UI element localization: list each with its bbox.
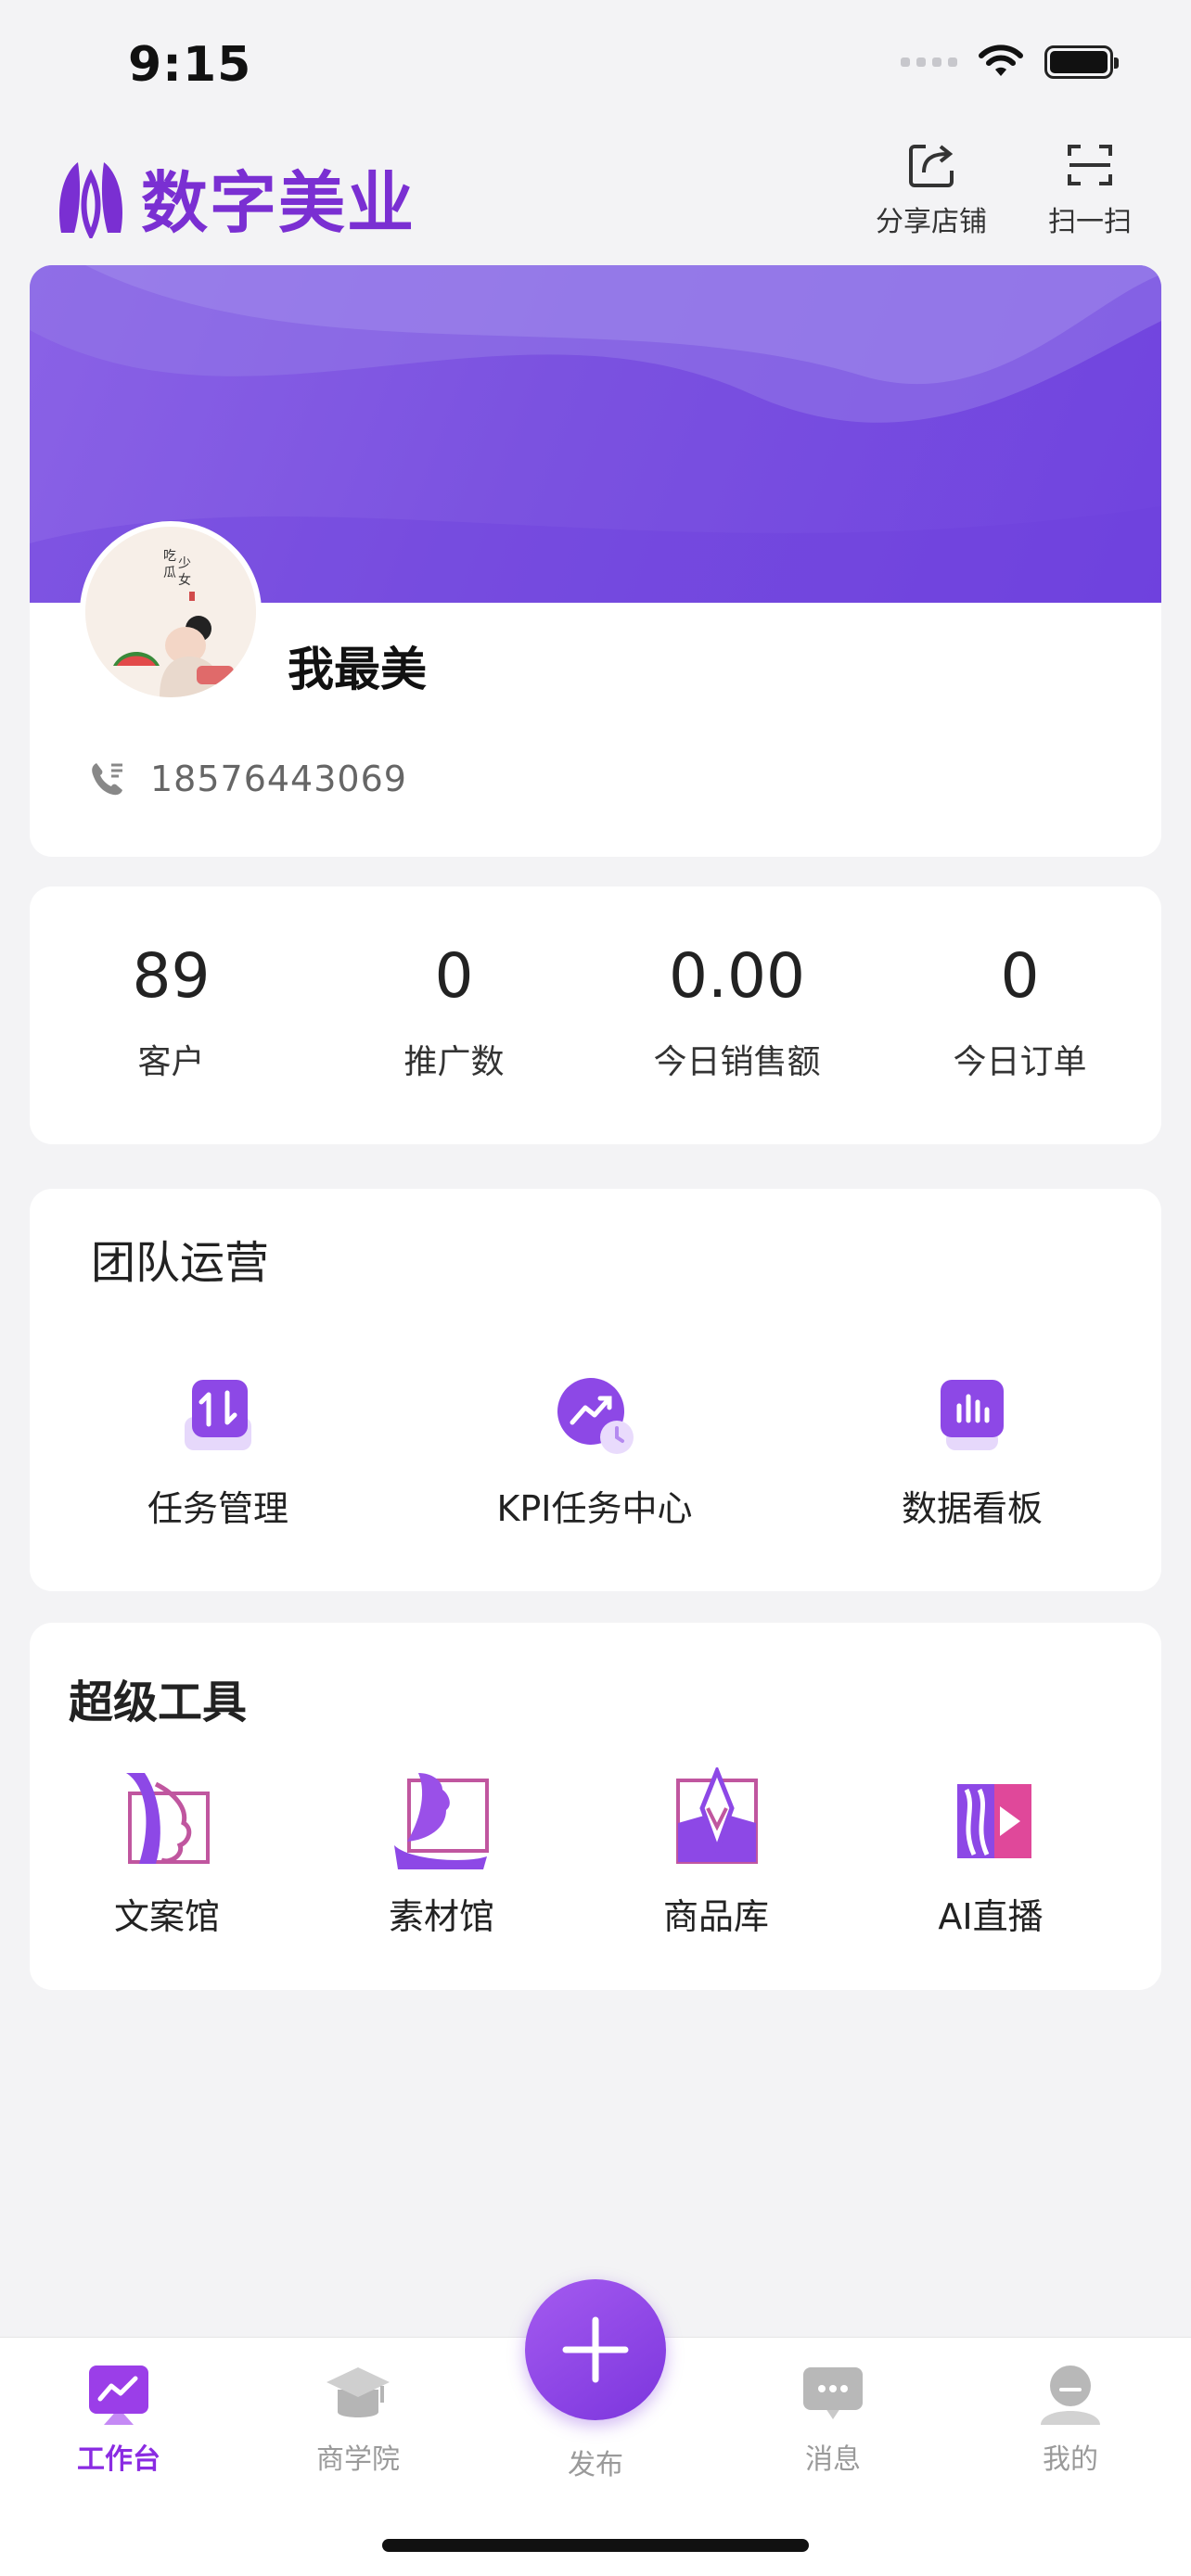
publish-button[interactable] bbox=[525, 2279, 666, 2420]
svg-text:瓜: 瓜 bbox=[163, 566, 176, 580]
share-icon bbox=[909, 145, 954, 187]
logo-text: 数字美业 bbox=[141, 164, 416, 242]
tab-business-school[interactable]: 商学院 bbox=[265, 2362, 451, 2477]
share-store-label: 分享店铺 bbox=[876, 206, 987, 238]
tab-workbench[interactable]: 工作台 bbox=[26, 2362, 211, 2477]
stat-today-orders[interactable]: 0 今日订单 bbox=[878, 886, 1161, 1144]
copywriting-icon bbox=[126, 1773, 210, 1864]
svg-text:吃: 吃 bbox=[163, 549, 176, 564]
svg-text:女: 女 bbox=[178, 572, 191, 588]
material-item[interactable]: 素材馆 bbox=[304, 1767, 579, 1939]
data-board-icon bbox=[941, 1380, 1004, 1450]
status-icons bbox=[901, 45, 1119, 80]
product-item[interactable]: 商品库 bbox=[579, 1767, 853, 1939]
stat-value: 0.00 bbox=[669, 940, 805, 1012]
phone-icon bbox=[92, 763, 122, 796]
share-store-button[interactable]: 分享店铺 bbox=[876, 139, 987, 239]
stat-label: 今日销售额 bbox=[653, 1043, 821, 1081]
tools-section-title: 超级工具 bbox=[69, 1677, 248, 1728]
ai-live-icon bbox=[957, 1784, 1031, 1858]
profile-card: 吃 瓜 少 女 我最美 18576443069 bbox=[30, 265, 1161, 857]
home-indicator bbox=[382, 2539, 809, 2552]
task-management-item[interactable]: 任务管理 bbox=[30, 1371, 406, 1531]
logo-mark-icon bbox=[59, 161, 122, 238]
stat-label: 今日订单 bbox=[953, 1043, 1087, 1081]
tool-item-label: AI直播 bbox=[938, 1896, 1044, 1937]
workbench-icon bbox=[89, 2366, 148, 2425]
user-icon bbox=[1041, 2366, 1100, 2425]
material-icon bbox=[394, 1773, 489, 1869]
stat-customers[interactable]: 89 客户 bbox=[30, 886, 313, 1144]
tool-item-label: 文案馆 bbox=[113, 1896, 220, 1937]
tab-label: 工作台 bbox=[77, 2443, 160, 2476]
graduation-cap-icon bbox=[327, 2367, 390, 2417]
tab-publish-label-wrap[interactable]: 发布 bbox=[503, 2442, 688, 2482]
stat-value: 89 bbox=[132, 940, 211, 1012]
scan-button[interactable]: 扫一扫 bbox=[1048, 139, 1132, 239]
stat-value: 0 bbox=[1000, 940, 1040, 1012]
kpi-center-item[interactable]: KPI任务中心 bbox=[406, 1371, 783, 1531]
svg-text:少: 少 bbox=[178, 556, 191, 571]
team-operations-card: 团队运营 任务管理 KPI任务中心 数据看板 bbox=[30, 1189, 1161, 1591]
app-logo: 数字美业 bbox=[54, 148, 416, 246]
stat-today-sales[interactable]: 0.00 今日销售额 bbox=[596, 886, 878, 1144]
stat-promotions[interactable]: 0 推广数 bbox=[313, 886, 596, 1144]
team-item-label: KPI任务中心 bbox=[496, 1488, 693, 1529]
stat-label: 推广数 bbox=[403, 1043, 505, 1081]
team-section-title: 团队运营 bbox=[91, 1237, 270, 1289]
tab-messages[interactable]: 消息 bbox=[740, 2362, 926, 2477]
profile-name: 我最美 bbox=[288, 643, 427, 696]
team-item-label: 数据看板 bbox=[901, 1488, 1043, 1529]
signal-icon bbox=[901, 57, 957, 67]
scan-icon bbox=[1068, 145, 1112, 185]
data-board-item[interactable]: 数据看板 bbox=[783, 1371, 1161, 1531]
phone-row: 18576443069 bbox=[87, 759, 407, 799]
phone-number[interactable]: 18576443069 bbox=[150, 759, 407, 799]
tab-profile[interactable]: 我的 bbox=[978, 2362, 1163, 2477]
tab-label: 消息 bbox=[805, 2443, 861, 2476]
battery-icon bbox=[1044, 45, 1119, 79]
tab-label: 发布 bbox=[568, 2449, 623, 2481]
wifi-icon bbox=[979, 45, 1023, 76]
stat-label: 客户 bbox=[137, 1043, 205, 1081]
plus-icon bbox=[562, 2316, 629, 2383]
stat-value: 0 bbox=[434, 940, 474, 1012]
avatar-illustration: 吃 瓜 少 女 bbox=[85, 527, 256, 697]
tab-label: 商学院 bbox=[316, 2443, 400, 2476]
status-time: 9:15 bbox=[128, 37, 252, 93]
tool-item-label: 素材馆 bbox=[388, 1896, 494, 1937]
message-icon bbox=[803, 2367, 863, 2419]
product-icon bbox=[676, 1767, 758, 1864]
avatar[interactable]: 吃 瓜 少 女 bbox=[80, 521, 262, 703]
super-tools-card: 超级工具 文案馆 素材馆 商品库 AI直播 bbox=[30, 1623, 1161, 1990]
scan-label: 扫一扫 bbox=[1048, 206, 1132, 238]
task-swap-icon bbox=[185, 1380, 251, 1450]
team-item-label: 任务管理 bbox=[147, 1488, 288, 1529]
tab-label: 我的 bbox=[1043, 2443, 1098, 2476]
tool-item-label: 商品库 bbox=[662, 1896, 769, 1937]
stats-card: 89 客户 0 推广数 0.00 今日销售额 0 今日订单 bbox=[30, 886, 1161, 1144]
ai-live-item[interactable]: AI直播 bbox=[853, 1767, 1128, 1939]
kpi-chart-icon bbox=[557, 1378, 634, 1454]
copywriting-item[interactable]: 文案馆 bbox=[30, 1767, 304, 1939]
